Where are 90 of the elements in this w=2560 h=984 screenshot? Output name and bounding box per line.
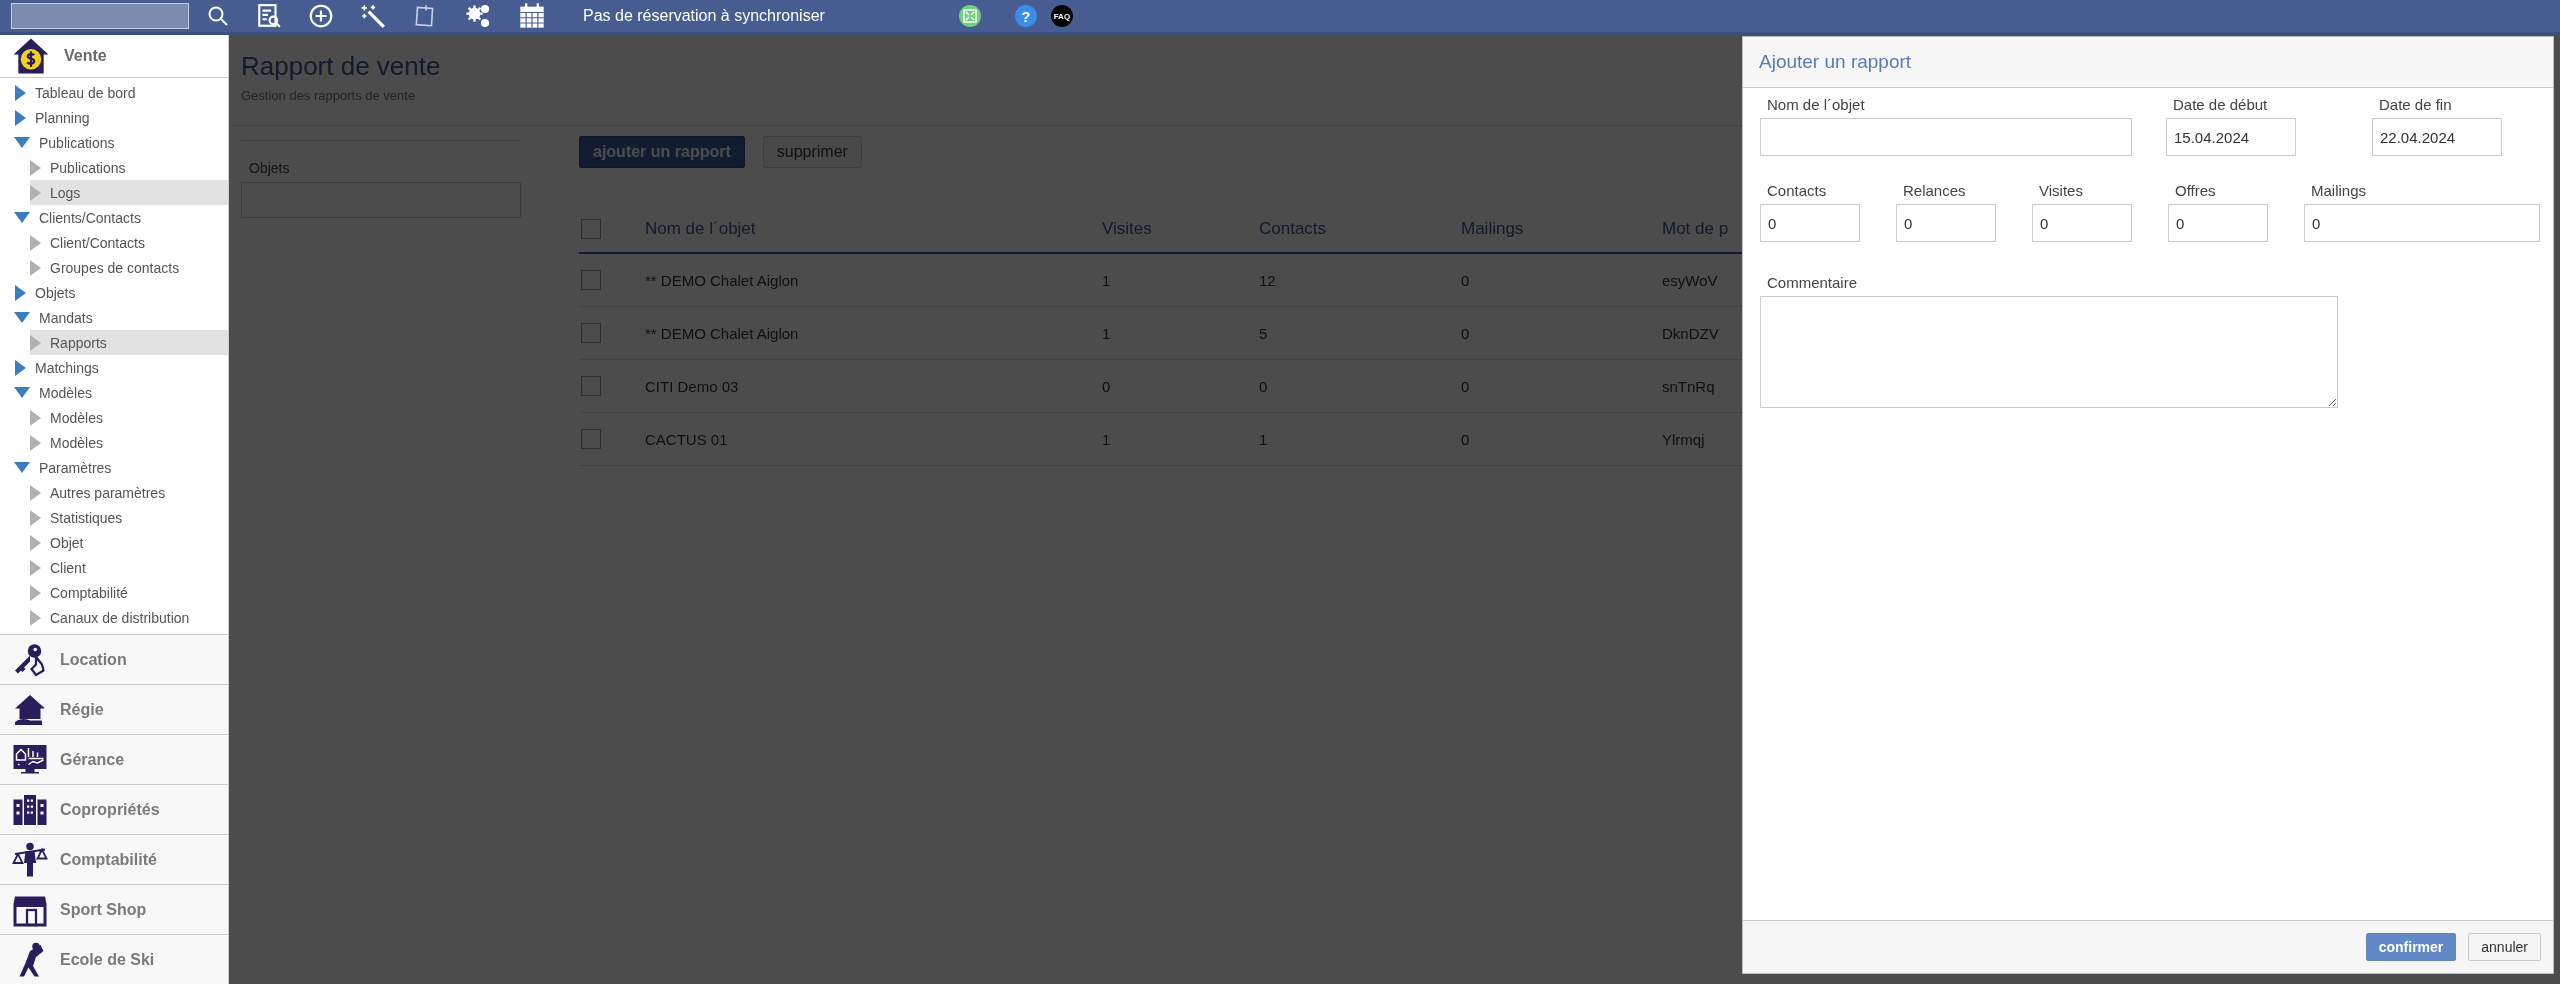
triangle-icon[interactable] bbox=[30, 584, 41, 601]
module-title[interactable]: Vente bbox=[64, 47, 107, 65]
search-field[interactable] bbox=[11, 3, 189, 29]
tree-item-label[interactable]: Matchings bbox=[35, 359, 99, 376]
field-label: Relances bbox=[1903, 182, 1967, 201]
module-item[interactable]: Copropriétés bbox=[0, 784, 228, 834]
input-field[interactable]: 15.04.2024 bbox=[2166, 118, 2296, 156]
tree-item-label[interactable]: Tableau de bord bbox=[35, 84, 136, 101]
module-label[interactable]: Régie bbox=[60, 700, 104, 719]
module-item[interactable]: Sport Shop bbox=[0, 884, 228, 934]
expand-triangle-icon[interactable] bbox=[15, 284, 26, 301]
module-item[interactable]: Comptabilité bbox=[0, 834, 228, 884]
input-field[interactable]: 0 bbox=[2168, 204, 2268, 242]
triangle-icon[interactable] bbox=[30, 509, 41, 526]
input-field[interactable]: 22.04.2024 bbox=[2372, 118, 2502, 156]
triangle-icon[interactable] bbox=[30, 234, 41, 251]
faq-button[interactable]: FAQ bbox=[1050, 5, 1073, 27]
triangle-icon[interactable] bbox=[30, 434, 41, 451]
tree-item-label[interactable]: Comptabilité bbox=[50, 584, 128, 601]
input-field[interactable]: 0 bbox=[1760, 204, 1860, 242]
person-scale-icon[interactable] bbox=[12, 841, 48, 878]
keys-icon[interactable] bbox=[12, 641, 48, 678]
field-label: Mailings bbox=[2311, 182, 2368, 201]
tree-item-label[interactable]: Objets bbox=[35, 284, 76, 301]
tree-item-label[interactable]: Paramètres bbox=[39, 459, 112, 476]
tree-item-label[interactable]: Client/Contacts bbox=[50, 234, 145, 251]
field-label: Date de début bbox=[2173, 96, 2269, 115]
tree-item-label[interactable]: Modèles bbox=[50, 434, 103, 451]
triangle-icon[interactable] bbox=[30, 559, 41, 576]
tree-item-label[interactable]: Autres paramètres bbox=[50, 484, 166, 501]
tree-item-label[interactable]: Mandats bbox=[39, 309, 93, 326]
cancel-button[interactable]: annuler bbox=[2468, 933, 2541, 961]
filter-label: Objets bbox=[249, 160, 290, 176]
page-title: Rapport de vente bbox=[241, 51, 441, 82]
field-label: Offres bbox=[2175, 182, 2217, 201]
module-item[interactable]: Régie bbox=[0, 684, 228, 734]
tree-item-label[interactable]: Logs bbox=[50, 184, 81, 201]
tree-item-label[interactable]: Modèles bbox=[50, 409, 103, 426]
expand-triangle-icon[interactable] bbox=[15, 109, 26, 126]
module-item[interactable]: Gérance bbox=[0, 734, 228, 784]
triangle-icon[interactable] bbox=[30, 484, 41, 501]
tree-item-label[interactable]: Rapports bbox=[50, 334, 107, 351]
plus-circle-icon[interactable] bbox=[308, 3, 334, 29]
module-label[interactable]: Location bbox=[60, 650, 127, 669]
triangle-icon[interactable] bbox=[30, 259, 41, 276]
input-field[interactable]: 0 bbox=[2304, 204, 2540, 242]
search-icon[interactable] bbox=[206, 4, 230, 28]
module-item[interactable]: Ecole de Ski bbox=[0, 934, 228, 984]
input-field[interactable]: 0 bbox=[2032, 204, 2132, 242]
tree-item-selected[interactable]: Logs bbox=[30, 180, 228, 205]
dialog-title: Ajouter un rapport bbox=[1759, 51, 1912, 73]
collapse-triangle-icon[interactable] bbox=[14, 387, 30, 398]
tree-item-label[interactable]: Publications bbox=[39, 134, 115, 151]
tree-item-label[interactable]: Statistiques bbox=[50, 509, 123, 526]
collapse-triangle-icon[interactable] bbox=[14, 212, 30, 223]
tree-item-label[interactable]: Clients/Contacts bbox=[39, 209, 141, 226]
triangle-icon[interactable] bbox=[30, 534, 41, 551]
input-field[interactable]: 0 bbox=[1896, 204, 1996, 242]
field-label: Date de fin bbox=[2379, 96, 2453, 115]
sync-status-text: Pas de réservation à synchroniser bbox=[583, 7, 825, 25]
tree-item-label[interactable]: Client bbox=[50, 559, 86, 576]
module-label[interactable]: Sport Shop bbox=[60, 900, 147, 919]
module-label[interactable]: Copropriétés bbox=[60, 800, 160, 819]
confirm-button[interactable]: confirmer bbox=[2365, 933, 2457, 961]
tree-item-label[interactable]: Groupes de contacts bbox=[50, 259, 180, 276]
field-label: Contacts bbox=[1767, 182, 1828, 201]
triangle-icon[interactable] bbox=[30, 409, 41, 426]
tree-item-label[interactable]: Modèles bbox=[39, 384, 92, 401]
list-search-icon[interactable] bbox=[256, 3, 282, 29]
input-field[interactable] bbox=[1760, 118, 2132, 156]
tree-item-label[interactable]: Planning bbox=[35, 109, 90, 126]
house-dollar-icon[interactable] bbox=[12, 37, 50, 75]
tree-item-selected[interactable]: Rapports bbox=[30, 330, 228, 355]
tree-item-label[interactable]: Canaux de distribution bbox=[50, 609, 190, 626]
module-label[interactable]: Gérance bbox=[60, 750, 125, 769]
collapse-triangle-icon[interactable] bbox=[14, 137, 30, 148]
field-label: Nom de l´objet bbox=[1767, 96, 1866, 115]
expand-triangle-icon[interactable] bbox=[15, 359, 26, 376]
module-item[interactable]: Location bbox=[0, 634, 228, 684]
tree-item-label[interactable]: Publications bbox=[50, 159, 126, 176]
magic-wand-icon[interactable] bbox=[360, 3, 386, 29]
collapse-triangle-icon[interactable] bbox=[14, 462, 30, 473]
fullscreen-icon[interactable] bbox=[957, 4, 982, 28]
comment-field[interactable] bbox=[1760, 296, 2338, 408]
calendar-icon[interactable] bbox=[518, 2, 546, 30]
field-label: Visites bbox=[2039, 182, 2084, 201]
module-label[interactable]: Comptabilité bbox=[60, 850, 157, 869]
expand-triangle-icon[interactable] bbox=[15, 84, 26, 101]
module-label[interactable]: Ecole de Ski bbox=[60, 950, 155, 969]
tree-item-label[interactable]: Objet bbox=[50, 534, 84, 551]
